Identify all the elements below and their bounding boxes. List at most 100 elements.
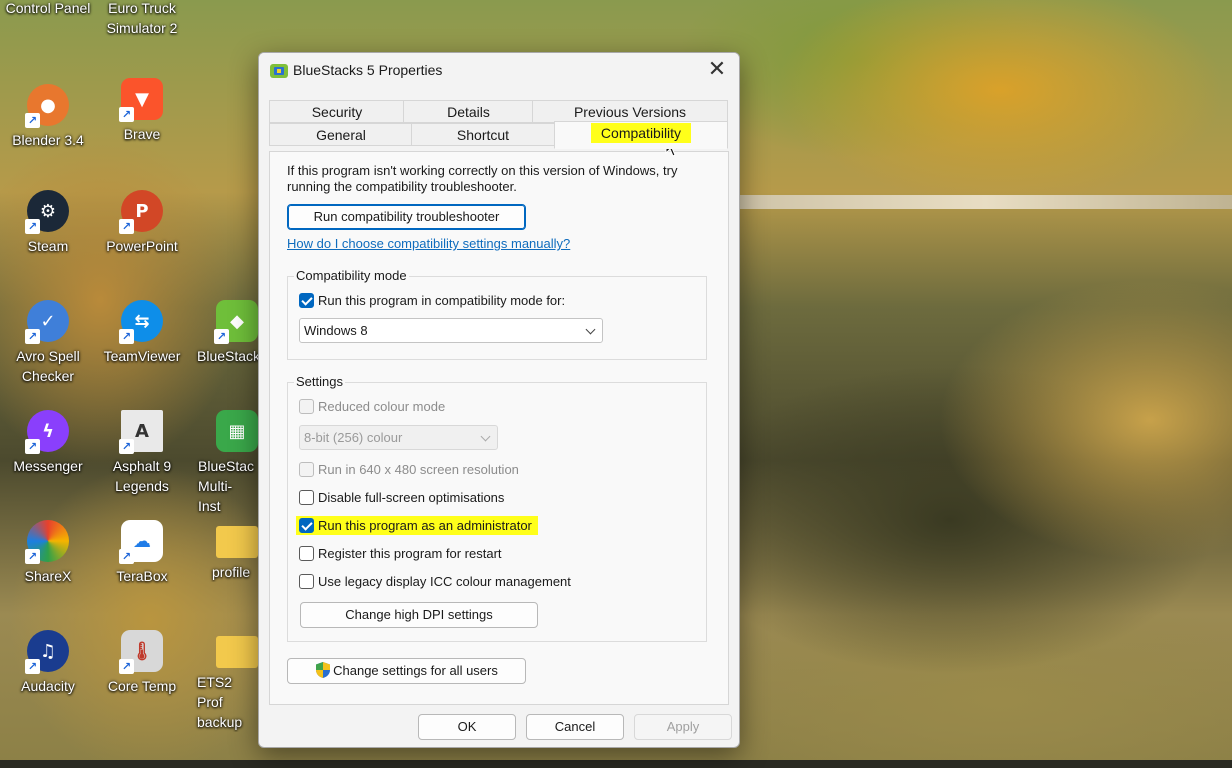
- desktop-icon-messenger[interactable]: ϟ ↗ Messenger: [0, 410, 96, 476]
- desktop-icon-teamviewer[interactable]: ⇆ ↗ TeamViewer: [94, 300, 190, 366]
- desktop-icon-label: Blender 3.4: [12, 132, 84, 148]
- checkbox-icon: [299, 399, 314, 414]
- reduced-colour-checkbox[interactable]: Reduced colour mode: [299, 399, 445, 414]
- help-link[interactable]: How do I choose compatibility settings m…: [287, 236, 570, 251]
- desktop-icon-label: Messenger: [13, 458, 83, 474]
- title-bar[interactable]: BlueStacks 5 Properties ✕: [259, 53, 739, 89]
- disable-fullscreen-checkbox[interactable]: Disable full-screen optimisations: [299, 490, 504, 505]
- desktop-icon-control-panel[interactable]: Control Panel: [0, 0, 96, 18]
- desktop-icon-ets2-backup[interactable]: ETS2 Prof backup: [190, 630, 258, 732]
- desktop-icon-label: Control Panel: [5, 0, 91, 16]
- ok-button[interactable]: OK: [418, 714, 516, 740]
- terabox-icon: ☁ ↗: [119, 520, 163, 564]
- core-temp-icon: 🌡 ↗: [119, 630, 163, 674]
- tab-label: General: [316, 127, 366, 143]
- chevron-down-icon: [480, 431, 491, 442]
- bluestacks-icon: ◆ ↗: [214, 300, 258, 344]
- checkbox-icon: [299, 490, 314, 505]
- tab-label: Security: [311, 104, 363, 120]
- close-button[interactable]: ✕: [699, 57, 735, 85]
- settings-title: Settings: [294, 374, 345, 389]
- desktop-icon-label: BlueStack: [197, 348, 258, 364]
- checkbox-icon: [299, 574, 314, 589]
- close-icon: ✕: [707, 57, 727, 82]
- desktop-icon-powerpoint[interactable]: P ↗ PowerPoint: [94, 190, 190, 256]
- powerpoint-icon: P ↗: [119, 190, 163, 234]
- checkbox-icon: [299, 546, 314, 561]
- desktop-icon-audacity[interactable]: ♫ ↗ Audacity: [0, 630, 96, 696]
- desktop-icon-label: ETS2 Prof backup: [197, 674, 243, 730]
- desktop-icon-bluestacks[interactable]: ◆ ↗ BlueStack: [190, 300, 258, 366]
- desktop-icon-label: Core Temp: [107, 678, 177, 694]
- asphalt-icon: A ↗: [119, 410, 163, 454]
- checkbox-label: Run this program in compatibility mode f…: [318, 293, 566, 308]
- change-all-users-button[interactable]: Change settings for all users: [287, 658, 526, 684]
- desktop-icon-label: Euro Truck Simulator 2: [106, 0, 178, 36]
- tab-label: Details: [447, 104, 490, 120]
- register-restart-checkbox[interactable]: Register this program for restart: [299, 546, 502, 561]
- cancel-button[interactable]: Cancel: [526, 714, 624, 740]
- desktop-icon-core-temp[interactable]: 🌡 ↗ Core Temp: [94, 630, 190, 696]
- os-select-value: Windows 8: [304, 323, 368, 338]
- desktop-icon-label: Avro Spell Checker: [16, 348, 80, 384]
- desktop-icon-label: Asphalt 9 Legends: [112, 458, 172, 494]
- tab-label: Previous Versions: [573, 104, 687, 120]
- avro-icon: ✓ ↗: [25, 300, 69, 344]
- desktop-icon-asphalt[interactable]: A ↗ Asphalt 9 Legends: [94, 410, 190, 496]
- desktop-icon-label: profile: [212, 564, 251, 580]
- os-select[interactable]: Windows 8: [299, 318, 603, 343]
- colour-depth-select[interactable]: 8-bit (256) colour: [299, 425, 498, 450]
- desktop-icon-sharex[interactable]: ↗ ShareX: [0, 520, 96, 586]
- desktop-icon-label: ShareX: [24, 568, 72, 584]
- tab-details[interactable]: Details: [403, 100, 534, 123]
- desktop-icon-label: Steam: [27, 238, 69, 254]
- checkbox-label: Reduced colour mode: [318, 399, 446, 414]
- tab-security[interactable]: Security: [269, 100, 405, 123]
- checkbox-label: Disable full-screen optimisations: [318, 490, 505, 505]
- desktop-icon-brave[interactable]: ▼ ↗ Brave: [94, 78, 190, 144]
- resolution-640-checkbox[interactable]: Run in 640 x 480 screen resolution: [299, 462, 519, 477]
- uac-shield-icon: [316, 662, 331, 678]
- compatibility-mode-title: Compatibility mode: [294, 268, 409, 283]
- desktop-icon-label: TeamViewer: [103, 348, 181, 364]
- tab-previous-versions[interactable]: Previous Versions: [532, 100, 728, 123]
- sharex-icon: ↗: [25, 520, 69, 564]
- desktop-icon-label: Brave: [123, 126, 161, 142]
- tab-label: Compatibility: [590, 123, 692, 143]
- change-dpi-button[interactable]: Change high DPI settings: [300, 602, 538, 628]
- tab-compatibility[interactable]: Compatibility: [554, 121, 728, 149]
- run-troubleshooter-button[interactable]: Run compatibility troubleshooter: [287, 204, 526, 230]
- folder-icon: [216, 526, 258, 558]
- desktop-icon-steam[interactable]: ⚙ ↗ Steam: [0, 190, 96, 256]
- desktop-icon-profile-folder[interactable]: profile: [190, 520, 258, 582]
- desktop-icon-bluestacks-multi[interactable]: ▦ BlueStac Multi-Inst: [190, 410, 258, 516]
- desktop-icon-label: PowerPoint: [106, 238, 178, 254]
- compat-mode-checkbox[interactable]: Run this program in compatibility mode f…: [299, 293, 565, 308]
- tab-general[interactable]: General: [269, 123, 413, 146]
- bluestacks-multi-icon: ▦: [216, 410, 258, 452]
- desktop-icon-avro[interactable]: ✓ ↗ Avro Spell Checker: [0, 300, 96, 386]
- apply-button[interactable]: Apply: [634, 714, 732, 740]
- bluestacks-app-icon: [270, 64, 288, 78]
- checkbox-checked-icon: [299, 518, 314, 533]
- compatibility-panel: If this program isn't working correctly …: [269, 151, 729, 705]
- desktop-icon-terabox[interactable]: ☁ ↗ TeraBox: [94, 520, 190, 586]
- run-as-admin-checkbox[interactable]: Run this program as an administrator: [296, 516, 538, 535]
- taskbar-edge: [0, 760, 1232, 768]
- checkbox-label: Run this program as an administrator: [318, 518, 532, 533]
- folder-icon: [216, 636, 258, 668]
- desktop-icon-label: TeraBox: [116, 568, 168, 584]
- audacity-icon: ♫ ↗: [25, 630, 69, 674]
- checkbox-label: Register this program for restart: [318, 546, 502, 561]
- teamviewer-icon: ⇆ ↗: [119, 300, 163, 344]
- brave-icon: ▼ ↗: [119, 78, 163, 122]
- checkbox-checked-icon: [299, 293, 314, 308]
- legacy-icc-checkbox[interactable]: Use legacy display ICC colour management: [299, 574, 571, 589]
- desktop-icon-blender[interactable]: ● ↗ Blender 3.4: [0, 84, 96, 150]
- lake-shoreline: [740, 195, 1232, 209]
- desktop-icon-euro-truck[interactable]: Euro Truck Simulator 2: [94, 0, 190, 38]
- desktop-icon-label: BlueStac Multi-Inst: [198, 458, 255, 514]
- colour-depth-value: 8-bit (256) colour: [304, 430, 403, 445]
- tab-label: Shortcut: [456, 127, 510, 143]
- tab-shortcut[interactable]: Shortcut: [411, 123, 555, 146]
